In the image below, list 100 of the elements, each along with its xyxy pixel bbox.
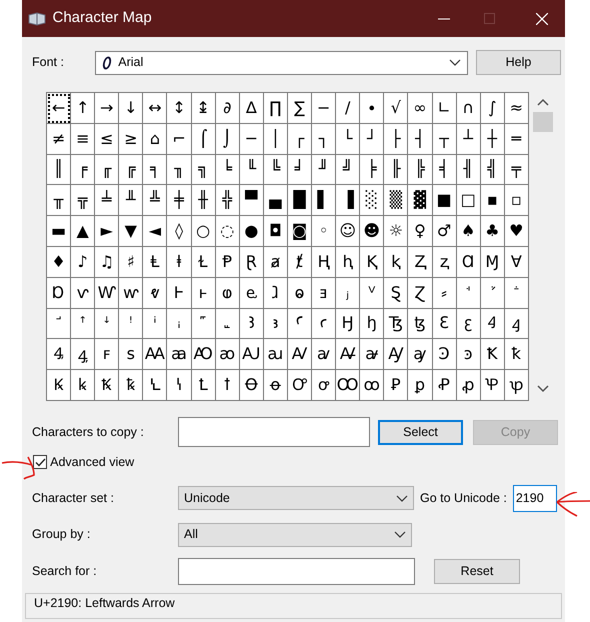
character-cell[interactable]: Ꜧ (336, 308, 360, 340)
character-cell[interactable]: ꜭ (504, 308, 529, 340)
character-cell[interactable]: Ꜣ (240, 308, 264, 340)
character-cell[interactable]: ꝍ (312, 370, 336, 401)
character-cell[interactable]: ⱺ (288, 278, 312, 309)
character-cell[interactable]: ꝅ (119, 370, 144, 401)
character-cell[interactable]: ⱸ (240, 278, 264, 309)
character-cell[interactable]: ╜ (312, 154, 336, 186)
character-cell[interactable]: Ꜻ (336, 339, 360, 370)
character-cell[interactable]: ∏ (264, 93, 288, 124)
character-cell[interactable]: ╓ (95, 154, 120, 186)
character-cell[interactable]: Ꜽ (384, 339, 408, 370)
character-cell[interactable]: ♂ (432, 216, 457, 247)
character-cell[interactable]: Ɒ (47, 278, 72, 309)
character-cell[interactable]: ⱴ (143, 278, 168, 309)
character-cell[interactable]: ꜜ (95, 308, 120, 340)
character-cell[interactable]: ∑ (288, 93, 312, 124)
character-cell[interactable]: ▀ (240, 185, 264, 216)
character-cell[interactable]: ∙ (360, 93, 384, 124)
character-cell[interactable]: − (312, 93, 336, 124)
character-cell[interactable]: Ꜹ (288, 339, 312, 370)
character-cell[interactable]: ⱬ (432, 246, 457, 278)
character-cell[interactable]: ≤ (95, 124, 120, 155)
character-cell[interactable]: ꜵ (216, 339, 240, 370)
character-cell[interactable]: Ꝉ (192, 370, 216, 401)
select-button[interactable]: Select (378, 420, 463, 444)
character-cell[interactable]: ♪ (71, 246, 96, 278)
character-cell[interactable]: ╖ (167, 154, 192, 186)
character-cell[interactable]: ꜽ (408, 339, 432, 370)
character-cell[interactable]: ╝ (336, 154, 360, 186)
character-cell[interactable]: Ꜫ (432, 308, 457, 340)
character-cell[interactable]: ꜗ (456, 278, 481, 309)
character-cell[interactable]: Ꝅ (95, 370, 120, 401)
character-cell[interactable]: ꜘ (480, 278, 505, 309)
character-cell[interactable]: ∟ (432, 93, 457, 124)
character-cell[interactable]: ⱳ (119, 278, 144, 309)
character-cell[interactable]: ♠ (456, 216, 481, 247)
character-cell[interactable]: ⱱ (71, 278, 96, 309)
character-cell[interactable]: Ꝇ (143, 370, 168, 401)
character-cell[interactable]: ↓ (119, 93, 144, 124)
character-cell[interactable]: ▄ (264, 185, 288, 216)
character-cell[interactable]: ꝁ (504, 339, 529, 370)
character-cell[interactable]: ╠ (408, 154, 432, 186)
character-cell[interactable]: ≠ (47, 124, 72, 155)
character-cell[interactable]: ꜡ (216, 308, 240, 340)
font-dropdown[interactable]: Arial (95, 50, 468, 74)
character-cell[interactable]: ꜧ (360, 308, 384, 340)
character-cell[interactable]: ▌ (312, 185, 336, 216)
go-to-unicode-field[interactable]: 2190 (512, 484, 557, 512)
character-cell[interactable]: ∕ (336, 93, 360, 124)
help-button[interactable]: Help (476, 50, 561, 75)
character-cell[interactable]: ⱷ (216, 278, 240, 309)
character-cell[interactable]: Ⱳ (95, 278, 120, 309)
character-cell[interactable]: → (95, 93, 120, 124)
character-cell[interactable]: Ɀ (408, 278, 432, 309)
character-cell[interactable]: ⱦ (288, 246, 312, 278)
character-cell[interactable]: ► (95, 216, 120, 247)
character-cell[interactable]: █ (288, 185, 312, 216)
character-cell[interactable]: ꜰ (95, 339, 120, 370)
character-cell[interactable]: ꜻ (360, 339, 384, 370)
character-cell[interactable]: Ɽ (240, 246, 264, 278)
character-cell[interactable]: ♀ (408, 216, 432, 247)
character-cell[interactable]: Ꜭ (480, 308, 505, 340)
character-cell[interactable]: ▼ (119, 216, 144, 247)
character-cell[interactable]: ꜞ (143, 308, 168, 340)
character-cell[interactable]: ⱶ (192, 278, 216, 309)
character-cell[interactable]: ⱼ (336, 278, 360, 309)
character-cell[interactable]: ☼ (384, 216, 408, 247)
character-cell[interactable]: ┘ (360, 124, 384, 155)
character-cell[interactable]: ← (47, 93, 72, 124)
character-cell[interactable]: ◊ (167, 216, 192, 247)
character-cell[interactable]: ▪ (480, 185, 505, 216)
character-cell[interactable]: ⱹ (264, 278, 288, 309)
character-cell[interactable]: ╫ (192, 185, 216, 216)
character-cell[interactable]: ꝉ (216, 370, 240, 401)
characters-to-copy-field[interactable] (178, 417, 370, 447)
character-cell[interactable]: ⱥ (264, 246, 288, 278)
character-cell[interactable]: ╟ (384, 154, 408, 186)
character-cell[interactable]: ꜯ (71, 339, 96, 370)
character-cell[interactable]: ꜳ (167, 339, 192, 370)
character-cell[interactable]: ╣ (480, 154, 505, 186)
character-cell[interactable]: ◄ (143, 216, 168, 247)
character-cell[interactable]: ꜿ (456, 339, 481, 370)
character-cell[interactable]: ↕ (167, 93, 192, 124)
character-cell[interactable]: ╨ (119, 185, 144, 216)
character-cell[interactable]: ⌐ (167, 124, 192, 155)
character-cell[interactable]: ○ (192, 216, 216, 247)
character-cell[interactable]: ☻ (360, 216, 384, 247)
character-cell[interactable]: ╙ (240, 154, 264, 186)
character-cell[interactable]: ● (240, 216, 264, 247)
character-cell[interactable]: ↨ (192, 93, 216, 124)
character-cell[interactable]: ┌ (288, 124, 312, 155)
character-cell[interactable]: ⌂ (143, 124, 168, 155)
character-cell[interactable]: ╗ (192, 154, 216, 186)
character-cell[interactable]: ◙ (288, 216, 312, 247)
character-cell[interactable]: ⱨ (336, 246, 360, 278)
character-cell[interactable]: ꝓ (456, 370, 481, 401)
character-cell[interactable]: ⸗ (432, 278, 457, 309)
character-cell[interactable]: ─ (240, 124, 264, 155)
character-cell[interactable]: ꜠ (192, 308, 216, 340)
